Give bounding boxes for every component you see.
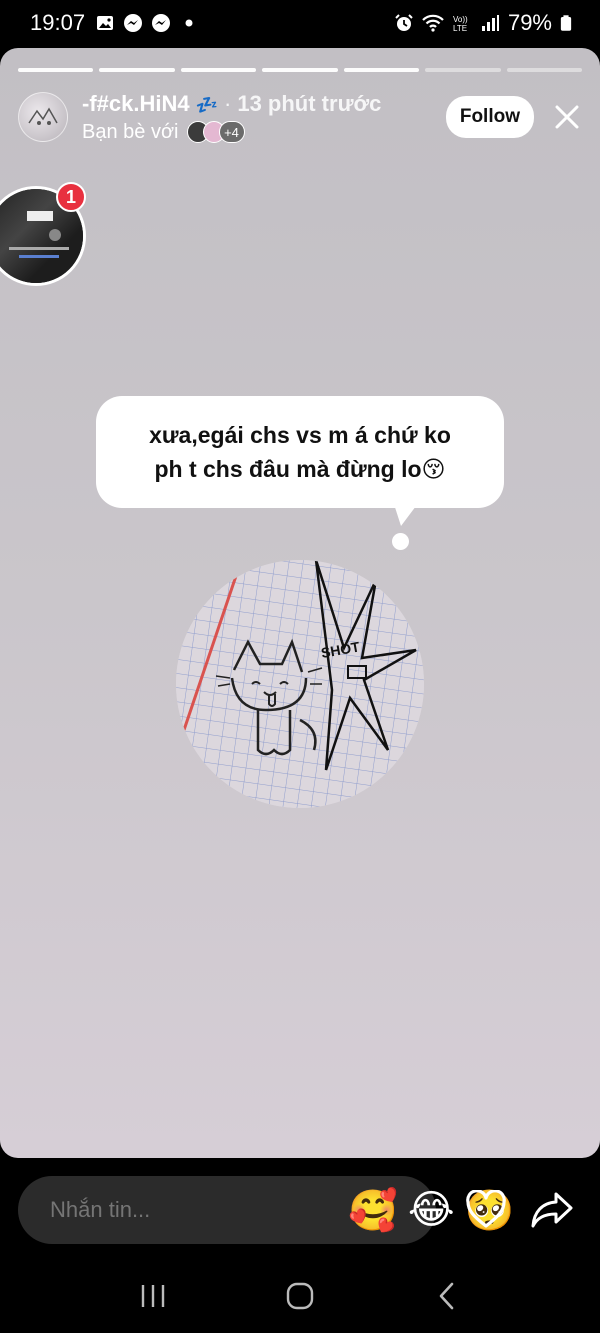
- back-icon: [439, 1282, 453, 1309]
- caption-line-2: ph t chs đâu mà đừng lo😚: [154, 456, 446, 482]
- heart-icon: [466, 1190, 506, 1228]
- close-button[interactable]: [552, 102, 582, 132]
- share-button[interactable]: [528, 1186, 576, 1234]
- progress-segment: [343, 68, 420, 72]
- gallery-icon: [97, 16, 114, 30]
- progress-segment: [506, 68, 582, 72]
- home-icon: [286, 1282, 314, 1309]
- recent-apps-icon: [142, 1284, 165, 1307]
- system-nav-bar: [0, 1258, 600, 1333]
- laugh-emoji: 😂: [407, 1188, 455, 1232]
- story-photo[interactable]: SHOT: [176, 560, 424, 808]
- battery-percent: 79%: [507, 10, 552, 35]
- like-button[interactable]: [462, 1186, 510, 1234]
- wifi-icon: [422, 14, 444, 32]
- story-progress: [18, 68, 582, 72]
- messenger-icon: [124, 14, 143, 32]
- progress-segment: [180, 68, 257, 72]
- progress-segment: [99, 68, 175, 72]
- home-button[interactable]: [270, 1271, 330, 1321]
- love-emoji: 🥰: [348, 1188, 398, 1233]
- progress-segment: [18, 68, 94, 72]
- mutual-friends[interactable]: +4: [186, 121, 245, 143]
- share-icon: [531, 1192, 573, 1228]
- cat-drawing-illustration: SHOT: [176, 560, 424, 808]
- sleep-emoji: 💤: [195, 94, 219, 115]
- signal-icon: [481, 15, 499, 31]
- volte-icon: Vo))LTE: [453, 15, 468, 33]
- status-bar: 19:07 Vo)) LTE 79%: [0, 0, 600, 46]
- svg-text:LTE: LTE: [453, 24, 467, 33]
- notification-badge: 1: [56, 182, 86, 212]
- recent-apps-button[interactable]: [123, 1271, 183, 1321]
- caption-line-1: xưa,egái chs vs m á chứ ko: [149, 422, 451, 448]
- bubble-dot: [392, 533, 409, 550]
- progress-segment: [425, 68, 501, 72]
- avatar[interactable]: [18, 92, 68, 142]
- caption-bubble: xưa,egái chs vs m á chứ ko ph t chs đâu …: [96, 396, 504, 508]
- progress-segment: [262, 68, 338, 72]
- dot-icon: [185, 19, 193, 27]
- reply-bar[interactable]: 🥰 😂 🥺: [18, 1176, 514, 1244]
- separator: ·: [224, 90, 232, 116]
- follow-button[interactable]: Follow: [445, 96, 534, 138]
- svg-text:Vo)): Vo)): [453, 15, 468, 24]
- emoji-reaction-laugh[interactable]: 😂: [408, 1183, 455, 1237]
- time-ago: 13 phút trước: [237, 90, 382, 116]
- battery-icon: [560, 15, 572, 31]
- close-icon: [555, 105, 579, 129]
- bubble-tail: [392, 498, 422, 526]
- username[interactable]: -f#ck.HiN4: [82, 91, 190, 117]
- friends-more-count: +4: [218, 121, 245, 143]
- emoji-reaction-love[interactable]: 🥰: [348, 1183, 398, 1237]
- story-viewer[interactable]: -f#ck.HiN4 💤 · 13 phút trước Bạn bè với +…: [0, 48, 600, 1158]
- back-button[interactable]: [417, 1271, 477, 1321]
- clock: 19:07: [30, 10, 86, 35]
- alarm-icon: [395, 14, 413, 31]
- message-input[interactable]: [50, 1197, 338, 1223]
- story-header: -f#ck.HiN4 💤 · 13 phút trước Bạn bè với +…: [18, 90, 582, 144]
- messenger-icon-2: [152, 14, 171, 32]
- friends-label: Bạn bè với: [82, 120, 179, 143]
